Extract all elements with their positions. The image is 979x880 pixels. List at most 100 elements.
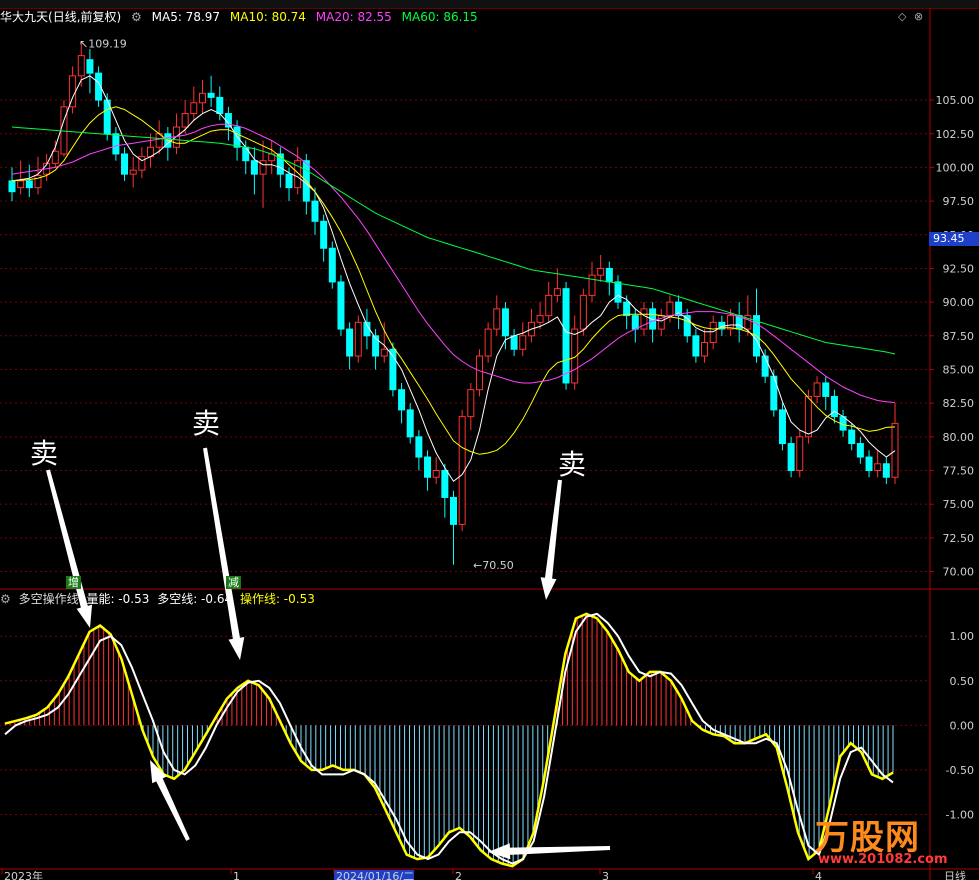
candle-body	[553, 288, 561, 296]
candle-body	[207, 92, 215, 98]
settings-icon[interactable]: ⚙	[0, 592, 11, 606]
candle-body	[129, 169, 137, 175]
ma20-label: MA20: 82.55	[315, 10, 392, 24]
candle-body	[484, 328, 492, 357]
date-tick-label: 2	[455, 870, 462, 880]
candle-body	[510, 335, 518, 350]
main-chart-header: 华大九天(日线,前复权) ⚙ MA5: 78.97 MA10: 80.74 MA…	[0, 8, 979, 26]
candle-body	[605, 267, 613, 283]
price-tick-label: 102.50	[936, 128, 975, 141]
candle-body	[467, 389, 475, 418]
chart-canvas: 105.00102.50100.0097.5095.0092.5090.0087…	[0, 8, 979, 880]
candle-body	[346, 328, 354, 357]
close-icon[interactable]: ⊗	[914, 10, 923, 23]
candle-body	[406, 409, 414, 438]
price-tick-label: 90.00	[943, 296, 975, 309]
ma-lines	[11, 75, 896, 483]
operation-line-label: 操作线: -0.53	[239, 592, 315, 606]
candle-body	[597, 267, 605, 276]
watermark-url: www.201082.com	[818, 852, 948, 867]
candle-body	[86, 59, 94, 74]
ma5-label: MA5: 78.97	[151, 10, 221, 24]
indicator-name: 多空操作线	[18, 592, 79, 606]
candle-body	[337, 281, 345, 330]
watermark-logo: 万股网 www.201082.com	[760, 808, 960, 868]
candle-body	[848, 429, 856, 445]
candle-body	[631, 315, 639, 330]
candle-body	[579, 294, 587, 330]
price-tick-label: 70.00	[943, 566, 975, 579]
candle-body	[121, 153, 129, 175]
indicator-tick-label: 0.50	[950, 675, 975, 688]
candle-body	[493, 308, 501, 330]
ma10-label: MA10: 80.74	[229, 10, 306, 24]
diamond-icon[interactable]: ◇	[898, 10, 906, 23]
indicator-tick-label: -0.50	[946, 764, 974, 777]
stock-name: 华大九天	[0, 10, 49, 24]
candle-body	[77, 55, 85, 77]
sell-annotation-1: 卖	[30, 437, 59, 470]
candle-body	[891, 422, 899, 478]
candle-body	[450, 496, 457, 525]
candle-body	[216, 96, 224, 115]
candle-body	[830, 395, 838, 418]
candle-body	[822, 382, 830, 397]
badge-reduce: 减	[226, 576, 241, 589]
candle-body	[398, 389, 406, 411]
candle-body	[8, 180, 16, 193]
candle-body	[432, 470, 440, 478]
candle-body	[761, 355, 769, 377]
candle-body	[709, 321, 717, 344]
candle-body	[51, 150, 59, 164]
price-axis: 105.00102.50100.0097.5095.0092.5090.0087…	[930, 94, 975, 579]
candle-body	[424, 456, 432, 478]
candle-body	[874, 463, 882, 472]
ma60-label: MA60: 86.15	[401, 10, 478, 24]
candle-body	[614, 281, 622, 303]
candle-body	[692, 335, 700, 357]
candle-body	[311, 200, 319, 222]
sell-arrow-2	[203, 447, 245, 660]
price-tick-label: 82.50	[943, 397, 975, 410]
candle-body	[328, 247, 336, 283]
candle-body	[250, 160, 258, 175]
settings-icon[interactable]: ⚙	[131, 10, 142, 24]
candle-body	[501, 308, 509, 337]
price-tick-label: 80.00	[943, 431, 975, 444]
sell-arrow-3	[540, 479, 562, 600]
candle-body	[562, 288, 570, 384]
candle-body	[804, 395, 812, 438]
indicator-tick-label: 1.00	[950, 630, 975, 643]
date-tick-label: 3	[602, 870, 609, 880]
candle-body	[856, 443, 864, 458]
indicator-axis: 1.000.500.00-0.50-1.00	[946, 630, 974, 821]
date-axis: 2023年 1 2024/01/16/二 2 3 4 日线	[1, 869, 966, 880]
candle-body	[320, 220, 328, 249]
candle-body	[778, 409, 786, 445]
candle-body	[796, 436, 804, 472]
candle-body	[259, 160, 267, 175]
candle-body	[181, 113, 189, 128]
candle-body	[727, 315, 735, 330]
date-tick-label: 1	[233, 870, 240, 880]
candle-body	[441, 470, 449, 498]
candle-body	[623, 301, 631, 317]
candle-body	[380, 348, 388, 357]
ma5-line	[11, 75, 896, 483]
period-label: 日线	[944, 869, 966, 880]
sell-annotation-3: 卖	[558, 448, 587, 481]
candle-body	[588, 274, 596, 296]
price-tick-label: 100.00	[936, 161, 975, 174]
price-tick-label: 72.50	[943, 532, 975, 545]
candle-body	[536, 315, 544, 323]
date-tick-label: 2023年	[4, 869, 43, 880]
candle-body	[545, 294, 553, 317]
buy-arrow-2	[488, 843, 611, 860]
candle-body	[519, 335, 527, 350]
candlestick-series	[8, 43, 899, 565]
price-tick-label: 92.50	[943, 262, 975, 275]
annotation-arrows	[46, 447, 611, 860]
candle-body	[354, 321, 362, 357]
price-tick-label: 105.00	[936, 94, 975, 107]
candle-body	[701, 342, 709, 357]
